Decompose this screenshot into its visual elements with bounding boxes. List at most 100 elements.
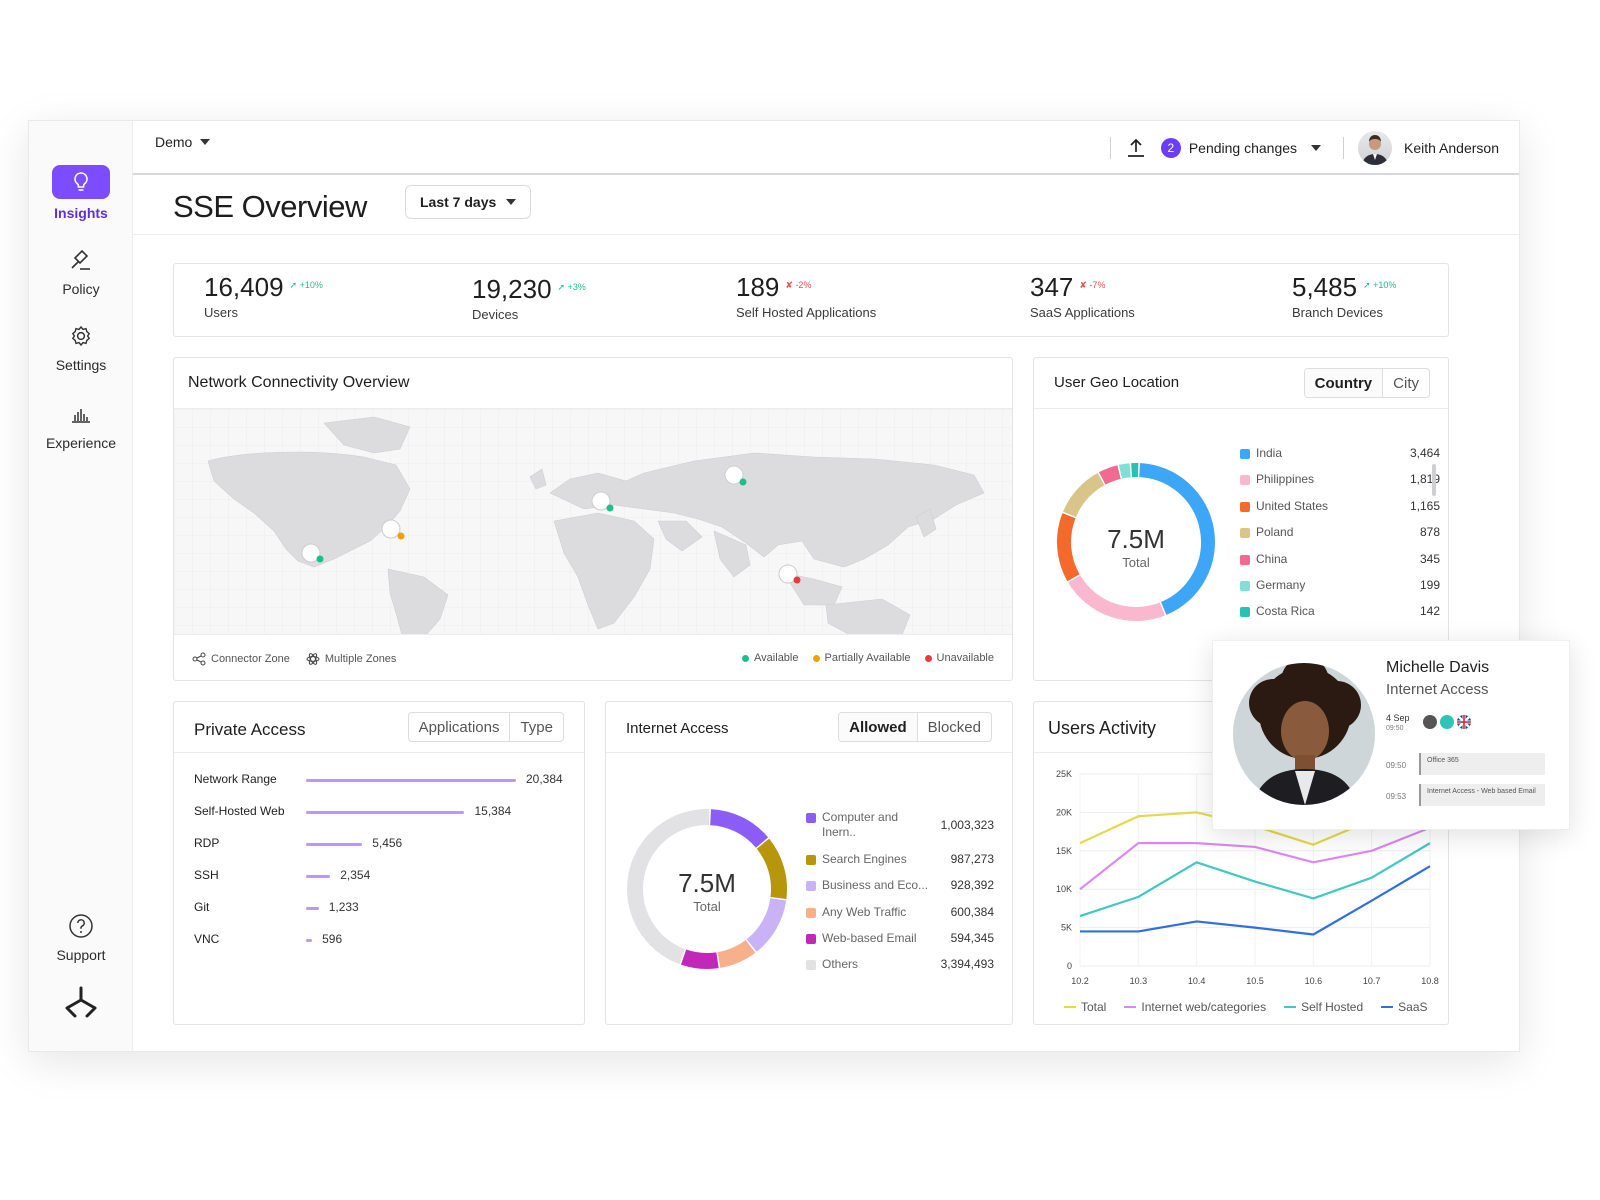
sidebar-item-support[interactable]: Support <box>29 911 133 963</box>
country-value: 878 <box>1419 525 1440 540</box>
ia-slice[interactable] <box>717 939 756 968</box>
private-access-row[interactable]: Self-Hosted Web 15,384 <box>194 804 574 822</box>
stats-card: 16,409 ➚ +10% Users 19,230 ➚ +3% Devices 1… <box>173 263 1449 337</box>
legend-swatch <box>1240 581 1250 591</box>
profile-role: Internet Access <box>1386 681 1489 698</box>
legend-connector-zone: Connector Zone <box>192 652 290 666</box>
user-profile-popup[interactable]: Michelle Davis Internet Access 4 Sep 09:… <box>1212 640 1570 830</box>
ia-slice[interactable] <box>681 949 719 969</box>
category-value: 3,394,493 <box>940 957 994 971</box>
tab-type[interactable]: Type <box>509 713 563 741</box>
geo-slice[interactable] <box>1063 472 1105 518</box>
private-access-row[interactable]: Git 1,233 <box>194 900 574 918</box>
sidebar-item-settings[interactable]: Settings <box>29 321 133 373</box>
ia-total: 7.5M Total <box>624 868 790 914</box>
app-type-name: Self-Hosted Web <box>194 804 285 818</box>
stat-label: SaaS Applications <box>1030 305 1135 320</box>
tab-country[interactable]: Country <box>1304 369 1383 397</box>
top-bar: Demo 2 Pending changes Keith Anderson <box>133 121 1519 175</box>
ia-slice[interactable] <box>709 809 769 848</box>
stat-devices: 19,230 ➚ +3% Devices <box>472 274 586 322</box>
app-type-value: 15,384 <box>474 804 512 818</box>
timeline-event[interactable]: Office 365 <box>1419 753 1545 775</box>
tab-applications[interactable]: Applications <box>409 713 510 741</box>
private-access-tabs: Applications Type <box>407 712 564 742</box>
country-name: Germany <box>1256 578 1306 592</box>
app-type-name: Git <box>194 900 210 914</box>
scrollbar[interactable] <box>1432 464 1436 496</box>
category-name: Web-based Email <box>822 931 917 945</box>
category-value: 1,003,323 <box>940 818 994 832</box>
page-header: SSE Overview Last 7 days <box>133 177 1519 235</box>
country-name: Costa Rica <box>1256 604 1315 619</box>
upload-icon[interactable] <box>1125 137 1147 159</box>
country-value: 1,165 <box>1409 498 1440 513</box>
stat-delta: ✘ -2% <box>785 280 812 290</box>
sidebar-item-policy[interactable]: Policy <box>29 245 133 297</box>
app-type-name: VNC <box>194 932 220 946</box>
sidebar-item-experience[interactable]: Experience <box>29 399 133 451</box>
tab-city[interactable]: City <box>1382 369 1429 397</box>
x-tick-label: 10.3 <box>1130 976 1148 986</box>
geo-card: User Geo Location Country City 7.5M Tota… <box>1033 357 1449 681</box>
sidebar-item-insights[interactable]: Insights <box>29 165 133 221</box>
country-value: 345 <box>1419 551 1440 566</box>
geo-list-item[interactable]: China 345 <box>1240 552 1440 572</box>
profile-device-icons <box>1423 715 1471 729</box>
private-access-row[interactable]: VNC 596 <box>194 932 574 950</box>
private-access-row[interactable]: SSH 2,354 <box>194 868 574 886</box>
geo-slice[interactable] <box>1118 463 1131 479</box>
top-right-actions: 2 Pending changes Keith Anderson <box>1109 131 1499 165</box>
app-type-value: 5,456 <box>372 836 403 850</box>
network-legend-left: Connector Zone Multiple Zones <box>192 652 396 666</box>
x-tick-label: 10.2 <box>1071 976 1089 986</box>
help-circle-icon <box>69 914 93 938</box>
stat-delta: ➚ +10% <box>289 280 323 290</box>
divider <box>1343 137 1345 159</box>
user-menu[interactable]: Keith Anderson <box>1358 131 1499 165</box>
geo-slice[interactable] <box>1068 575 1165 621</box>
y-tick-label: 10K <box>1056 884 1072 894</box>
period-dropdown[interactable]: Last 7 days <box>405 185 532 219</box>
app-type-name: RDP <box>194 836 220 850</box>
page-title: SSE Overview <box>173 189 367 224</box>
legend-available: Available <box>742 652 799 664</box>
tab-blocked[interactable]: Blocked <box>916 713 991 741</box>
sidebar: Insights Policy Settings Experience Supp… <box>29 121 133 1051</box>
world-map[interactable] <box>174 409 1012 635</box>
y-tick-label: 20K <box>1056 807 1072 817</box>
stat-value: 189 <box>736 272 780 302</box>
geo-list-item[interactable]: United States 1,165 <box>1240 499 1440 519</box>
geo-list-item[interactable]: India 3,464 <box>1240 446 1440 466</box>
geo-list-item[interactable]: Germany 199 <box>1240 578 1440 598</box>
private-access-row[interactable]: RDP 5,456 <box>194 836 574 854</box>
stat-value: 19,230 <box>472 274 552 304</box>
project-selector[interactable]: Demo <box>155 134 211 150</box>
legend-swatch <box>806 855 816 865</box>
x-tick-label: 10.5 <box>1246 976 1264 986</box>
app-type-bar <box>306 843 363 846</box>
country-name: China <box>1256 551 1288 566</box>
app-type-bar <box>306 907 319 910</box>
geo-slice[interactable] <box>1098 465 1121 485</box>
stat-value: 16,409 <box>204 272 284 302</box>
avatar <box>1233 663 1375 805</box>
legend-item: SaaS <box>1381 1000 1428 1014</box>
geo-list-item[interactable]: Philippines 1,819 <box>1240 472 1440 492</box>
divider <box>1034 408 1448 409</box>
category-value: 600,384 <box>950 905 994 919</box>
pending-changes-dropdown[interactable]: 2 Pending changes <box>1160 138 1322 158</box>
legend-label: SaaS <box>1398 1000 1428 1014</box>
geo-list-item[interactable]: Costa Rica 142 <box>1240 604 1440 624</box>
geo-tabs: Country City <box>1303 368 1430 398</box>
tab-allowed[interactable]: Allowed <box>839 713 917 741</box>
category-value: 594,345 <box>950 931 994 945</box>
pending-changes-label: Pending changes <box>1188 140 1298 156</box>
stat-value: 347 <box>1030 272 1074 302</box>
user-name: Keith Anderson <box>1404 140 1499 156</box>
private-access-card: Private Access Applications Type Network… <box>173 701 585 1025</box>
country-name: Poland <box>1256 525 1294 540</box>
private-access-row[interactable]: Network Range 20,384 <box>194 772 574 790</box>
timeline-event[interactable]: Internet Access - Web based Email <box>1419 784 1545 806</box>
geo-list-item[interactable]: Poland 878 <box>1240 525 1440 545</box>
